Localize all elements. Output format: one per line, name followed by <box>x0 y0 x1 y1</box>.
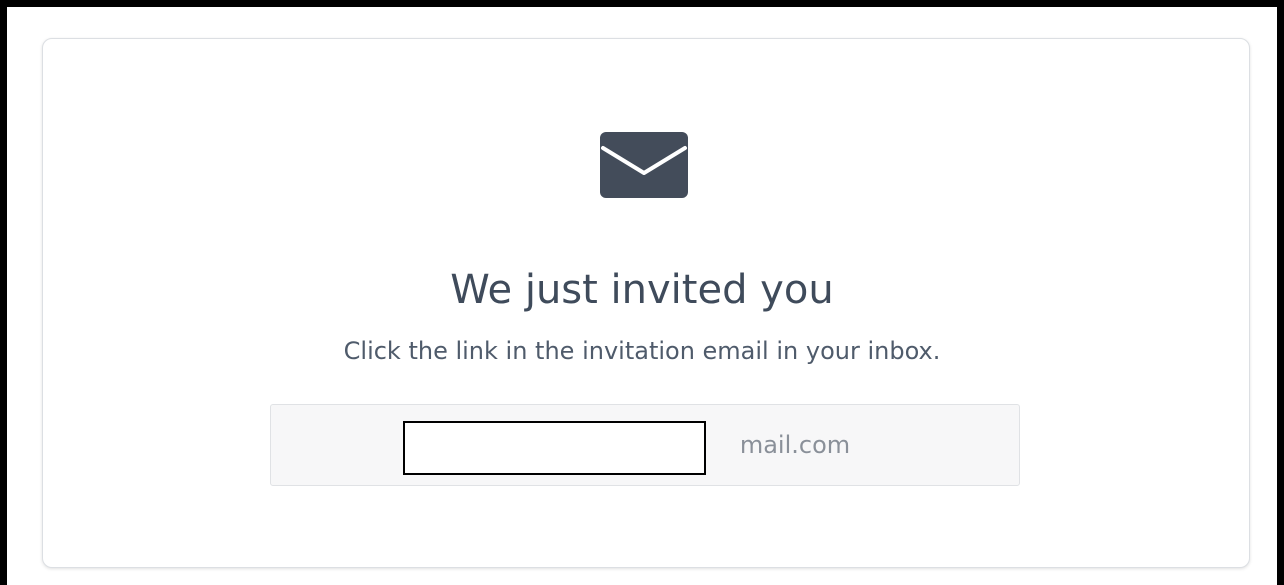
invite-subtitle: Click the link in the invitation email i… <box>343 337 941 365</box>
envelope-icon <box>600 132 688 198</box>
redaction-box <box>403 421 706 475</box>
email-domain-text: mail.com <box>739 431 851 459</box>
invite-title: We just invited you <box>450 267 834 313</box>
